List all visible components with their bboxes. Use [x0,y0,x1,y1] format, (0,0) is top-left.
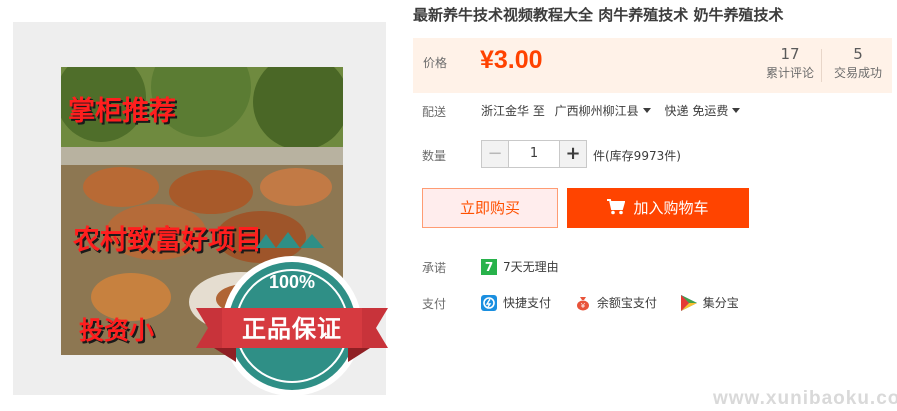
promise-row: 7 7天无理由 [481,258,559,275]
badge-text: 正品保证 [242,315,342,343]
price-label: 价格 [423,56,448,70]
pay-quick-label: 快捷支付 [503,296,552,310]
buy-now-button[interactable]: 立即购买 [422,188,558,228]
ship-to-select[interactable]: 广西柳州柳江县 [555,102,657,119]
ship-to: 广西柳州柳江县 [554,104,639,118]
sales-count: 5 [853,45,863,63]
shipping-row: 浙江金华 至 广西柳州柳江县 快递 免运费 [481,102,746,119]
quantity-plus-button[interactable]: + [559,140,587,168]
promise-label: 承诺 [422,261,447,275]
overlay-text-low-investment: 投资小 [79,316,155,345]
promise-text[interactable]: 7天无理由 [503,260,559,274]
stat-divider [821,49,822,82]
cart-icon [607,199,626,215]
payment-label: 支付 [422,297,447,311]
ship-from: 浙江金华 至 [481,104,545,118]
genuine-guarantee-badge: 100% 正品保证 [196,230,388,411]
reviews-label: 累计评论 [765,66,814,80]
product-image-panel: 掌柜推荐 农村致富好项目 投资小 100% 正品保证 [13,22,388,396]
quick-pay-icon [481,294,497,311]
quantity-input[interactable]: 1 [509,140,559,168]
price-value: ¥3.00 [480,46,543,74]
quantity-label: 数量 [422,149,447,163]
add-to-cart-button[interactable]: 加入购物车 [567,188,749,228]
add-to-cart-label: 加入购物车 [633,199,709,217]
pay-yuebao-label: 余额宝支付 [596,296,657,310]
badge-percent: 100% [268,272,316,292]
sales-stat: 5 交易成功 [829,45,887,83]
chevron-down-icon [642,108,651,113]
svg-text:¥: ¥ [581,302,586,310]
pay-quick[interactable]: 快捷支付 [481,294,551,311]
payment-row: 快捷支付 ¥ 余额宝支付 集分宝 [481,294,759,311]
reviews-stat[interactable]: 17 累计评论 [761,45,819,83]
quantity-minus-button[interactable]: − [481,140,509,168]
shipping-label: 配送 [422,105,447,119]
ship-method-select[interactable]: 快递 免运费 [665,102,747,119]
product-title: 最新养牛技术视频教程大全 肉牛养殖技术 奶牛养殖技术 [413,6,784,24]
watermark: www.xunibaoku.com [713,388,897,409]
money-bag-icon: ¥ [576,296,589,310]
chevron-down-icon [732,108,741,113]
overlay-text-recommend: 掌柜推荐 [68,96,176,127]
seven-day-return-icon: 7 [481,258,497,275]
price-panel: 价格 ¥3.00 17 累计评论 5 交易成功 [413,38,892,93]
stock-text: 件(库存9973件) [593,149,681,163]
ship-method: 快递 免运费 [664,104,729,118]
pay-yuebao[interactable]: ¥ 余额宝支付 [575,294,657,311]
pay-jifenbao[interactable]: 集分宝 [680,294,739,311]
jifenbao-icon [680,294,697,311]
pay-jifenbao-label: 集分宝 [702,296,739,310]
reviews-count: 17 [780,45,800,63]
sales-label: 交易成功 [833,66,882,80]
